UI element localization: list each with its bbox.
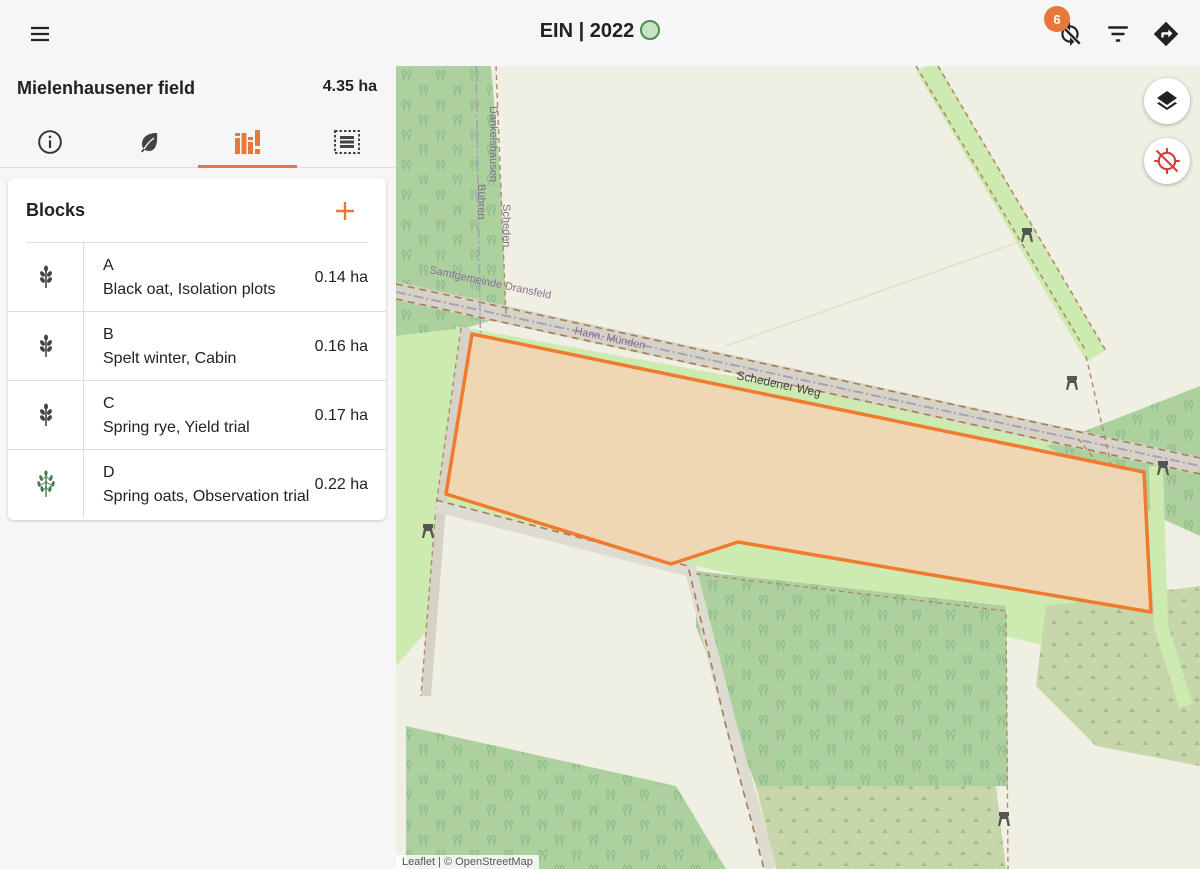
block-icon-cell bbox=[8, 450, 84, 518]
map-label-road: Scheden bbox=[500, 204, 512, 247]
block-list: A Black oat, Isolation plots 0.14 ha B S… bbox=[8, 243, 386, 519]
sync-button[interactable]: 6 bbox=[1044, 6, 1090, 54]
app-title: EIN | 2022 bbox=[539, 20, 635, 42]
map-label-road: Dankelshausen bbox=[487, 106, 499, 182]
directions-button[interactable] bbox=[1146, 14, 1186, 54]
field-name: Mielenhausener field bbox=[17, 78, 196, 98]
block-icon-cell bbox=[8, 381, 84, 449]
block-description: Spring oats, Observation trial bbox=[103, 488, 310, 505]
block-row-d[interactable]: D Spring oats, Observation trial 0.22 ha bbox=[8, 450, 386, 519]
block-row-a[interactable]: A Black oat, Isolation plots 0.14 ha bbox=[8, 243, 386, 312]
block-icon-cell bbox=[8, 312, 84, 380]
app-title-wrap: EIN | 2022 bbox=[0, 20, 1200, 43]
blocks-icon bbox=[234, 129, 260, 154]
directions-icon bbox=[1153, 21, 1179, 47]
block-icon-cell bbox=[8, 243, 84, 311]
block-description: Spelt winter, Cabin bbox=[103, 350, 237, 367]
block-letter: A bbox=[103, 257, 114, 274]
grain-icon bbox=[39, 403, 52, 426]
field-area: 4.35 ha bbox=[322, 78, 377, 95]
add-block-button[interactable] bbox=[330, 196, 360, 226]
field-tabs bbox=[0, 116, 396, 168]
block-description: Spring rye, Yield trial bbox=[103, 419, 250, 436]
map-attribution[interactable]: Leaflet | © OpenStreetMap bbox=[396, 855, 539, 869]
tab-crops[interactable] bbox=[99, 116, 198, 167]
info-icon bbox=[37, 129, 62, 154]
location-disabled-icon bbox=[1154, 148, 1180, 174]
grain-icon bbox=[39, 334, 52, 357]
block-area: 0.17 ha bbox=[314, 407, 368, 424]
grain-icon bbox=[39, 265, 52, 288]
top-actions: 6 bbox=[1044, 6, 1186, 54]
block-row-b[interactable]: B Spelt winter, Cabin 0.16 ha bbox=[8, 312, 386, 381]
block-description: Black oat, Isolation plots bbox=[103, 281, 276, 298]
plots-grid-icon bbox=[333, 129, 360, 154]
block-area: 0.14 ha bbox=[314, 269, 368, 286]
map-view[interactable]: Dankelshausen Scheden Bühren Samtgemeind… bbox=[396, 66, 1200, 869]
block-letter: B bbox=[103, 326, 114, 343]
map-canvas: Dankelshausen Scheden Bühren Samtgemeind… bbox=[396, 66, 1200, 869]
field-header: Mielenhausener field 4.35 ha bbox=[17, 78, 379, 100]
layers-button[interactable] bbox=[1144, 78, 1190, 124]
tab-blocks[interactable] bbox=[198, 116, 297, 168]
blocks-card: Blocks A Black oat, Isolation plots 0.14… bbox=[8, 178, 386, 520]
sync-count-badge: 6 bbox=[1044, 6, 1070, 32]
scrub-pattern-south bbox=[756, 786, 1006, 869]
block-letter: C bbox=[103, 395, 115, 412]
tab-info[interactable] bbox=[0, 116, 99, 167]
top-app-bar: EIN | 2022 6 bbox=[0, 0, 1200, 66]
tab-plots[interactable] bbox=[297, 116, 396, 167]
online-status-dot bbox=[640, 20, 661, 40]
block-letter: D bbox=[103, 464, 115, 481]
field-detail-panel: Mielenhausener field 4.35 ha Blocks A Bl… bbox=[0, 66, 396, 869]
filter-icon bbox=[1108, 26, 1128, 42]
blocks-title: Blocks bbox=[26, 200, 86, 220]
map-label-road: Bühren bbox=[475, 184, 487, 219]
block-area: 0.16 ha bbox=[314, 338, 368, 355]
layers-icon bbox=[1157, 91, 1177, 110]
block-area: 0.22 ha bbox=[314, 476, 368, 493]
oat-icon bbox=[36, 470, 55, 497]
filter-button[interactable] bbox=[1098, 14, 1138, 54]
leaf-icon bbox=[140, 132, 157, 152]
plus-icon bbox=[336, 202, 354, 220]
locate-button[interactable] bbox=[1144, 138, 1190, 184]
block-row-c[interactable]: C Spring rye, Yield trial 0.17 ha bbox=[8, 381, 386, 450]
